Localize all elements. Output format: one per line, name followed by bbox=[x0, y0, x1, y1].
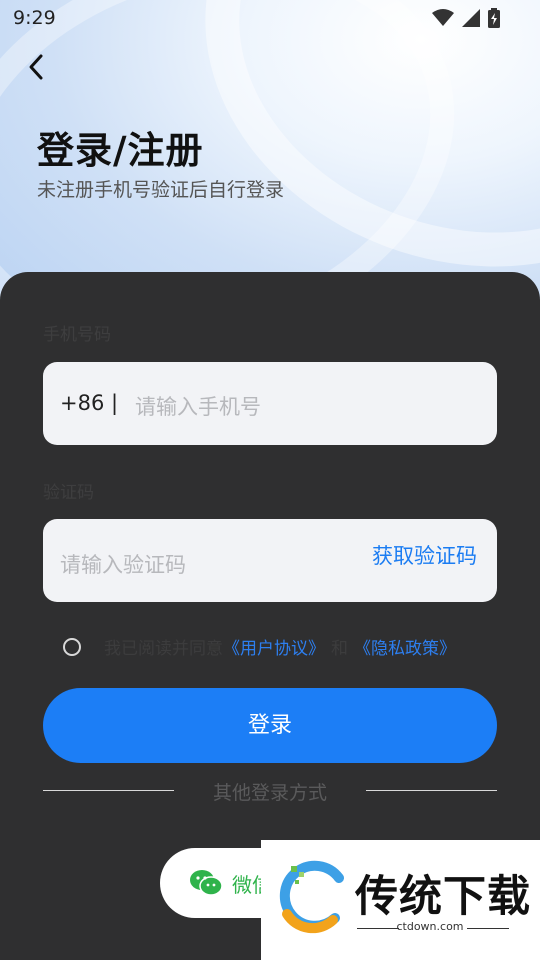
agreement-row: 我已阅读并同意 《用户协议》 和 《隐私政策》 bbox=[63, 634, 456, 659]
page-title: 登录/注册 bbox=[37, 129, 204, 172]
status-icons bbox=[432, 8, 500, 28]
phone-field[interactable]: +86 | 请输入手机号 bbox=[43, 362, 497, 445]
phone-input[interactable]: 请输入手机号 bbox=[135, 391, 261, 421]
code-input[interactable]: 请输入验证码 bbox=[60, 549, 186, 579]
code-field[interactable]: 请输入验证码 获取验证码 bbox=[43, 519, 497, 602]
user-agreement-link[interactable]: 《用户协议》 bbox=[223, 634, 325, 659]
status-time: 9:29 bbox=[13, 7, 56, 29]
watermark: 传统下载 ctdown.com bbox=[261, 840, 540, 960]
other-login-methods: 其他登录方式 bbox=[212, 782, 327, 804]
back-arrow-icon[interactable] bbox=[22, 50, 52, 84]
battery-icon bbox=[488, 8, 500, 28]
watermark-domain: ctdown.com bbox=[396, 920, 464, 933]
get-code-button[interactable]: 获取验证码 bbox=[372, 540, 477, 570]
page-subtitle: 未注册手机号验证后自行登录 bbox=[37, 179, 285, 201]
agreement-and: 和 bbox=[331, 639, 348, 659]
login-button[interactable]: 登录 bbox=[43, 688, 497, 763]
watermark-line bbox=[467, 928, 509, 929]
agreement-prefix: 我已阅读并同意 bbox=[104, 639, 223, 659]
phone-label: 手机号码 bbox=[43, 325, 111, 345]
watermark-name: 传统下载 bbox=[355, 872, 531, 922]
wifi-icon bbox=[432, 9, 454, 26]
privacy-policy-link[interactable]: 《隐私政策》 bbox=[354, 634, 456, 659]
code-label: 验证码 bbox=[43, 483, 94, 503]
agreement-radio[interactable] bbox=[63, 637, 81, 656]
ctdown-logo-icon bbox=[279, 860, 344, 934]
wechat-icon bbox=[190, 870, 222, 896]
signal-icon bbox=[462, 9, 480, 27]
country-code[interactable]: +86 | bbox=[60, 391, 118, 415]
status-bar: 9:29 bbox=[0, 0, 540, 38]
